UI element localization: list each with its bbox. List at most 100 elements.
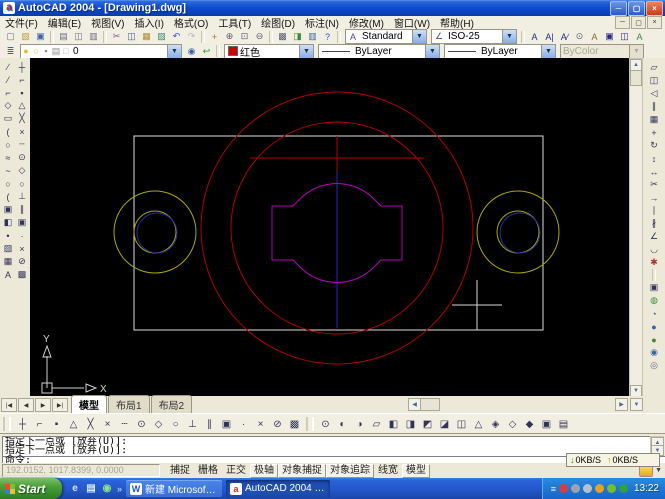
shade-gouraud-icon[interactable]: ● bbox=[647, 333, 661, 346]
offset-icon[interactable]: ∥ bbox=[647, 100, 661, 113]
toolbar-grip[interactable] bbox=[3, 417, 11, 431]
copy-icon[interactable]: ◫ bbox=[124, 30, 139, 43]
erase-icon[interactable]: ▱ bbox=[647, 61, 661, 74]
vscroll-thumb[interactable] bbox=[630, 70, 642, 86]
text-style-combo[interactable]: A Standard ▼ bbox=[345, 29, 427, 44]
tab-layout1[interactable]: 布局1 bbox=[108, 395, 150, 413]
restore-button[interactable]: ▢ bbox=[628, 1, 645, 16]
insert-block-icon[interactable]: ▣ bbox=[1, 203, 15, 216]
layer-combo[interactable]: ●○▪▤□ 0 ▼ bbox=[20, 44, 182, 59]
dropdown-arrow-icon[interactable]: ▼ bbox=[502, 30, 516, 43]
arc-icon[interactable]: ( bbox=[1, 125, 15, 138]
mtext-icon[interactable]: A bbox=[1, 268, 15, 281]
snap-apparent-intersection-icon[interactable]: × bbox=[99, 416, 116, 432]
circle-icon[interactable]: ○ bbox=[1, 138, 15, 151]
snap-from-icon[interactable]: ⌐ bbox=[31, 416, 48, 432]
overflow-chevron-icon[interactable]: » bbox=[117, 484, 122, 494]
ucs-world-icon[interactable]: ▱ bbox=[368, 416, 385, 432]
snap-parallel-icon[interactable]: ∥ bbox=[15, 203, 29, 216]
hscroll-thumb[interactable] bbox=[420, 398, 440, 411]
ellipse-icon[interactable]: ○ bbox=[1, 177, 15, 190]
layer-on-icon[interactable]: ● bbox=[21, 46, 31, 57]
clock[interactable]: 13:22 bbox=[634, 483, 659, 494]
language-indicator[interactable]: ≡ bbox=[551, 484, 556, 494]
scale-icon[interactable]: ↕ bbox=[647, 152, 661, 165]
snap-nearest-icon[interactable]: × bbox=[252, 416, 269, 432]
linetype-combo[interactable]: ByLayer ▼ bbox=[318, 44, 440, 59]
mtext-icon[interactable]: A bbox=[527, 30, 542, 43]
wireframe-icon[interactable]: ◎ bbox=[647, 359, 661, 372]
snap-nearest-icon[interactable]: × bbox=[15, 242, 29, 255]
menu-item[interactable]: 格式(O) bbox=[169, 15, 213, 30]
ucs-apply-icon[interactable]: ▣ bbox=[538, 416, 555, 432]
menu-item[interactable]: 视图(V) bbox=[86, 15, 129, 30]
extend-icon[interactable]: → bbox=[647, 191, 661, 204]
snap-node-icon[interactable]: · bbox=[235, 416, 252, 432]
region-icon[interactable]: ▣ bbox=[647, 281, 661, 294]
ellipse-arc-icon[interactable]: ( bbox=[1, 190, 15, 203]
designcenter-icon[interactable]: ◨ bbox=[290, 30, 305, 43]
temp-track-point-icon[interactable]: ┼ bbox=[14, 416, 31, 432]
paste-icon[interactable]: ▦ bbox=[139, 30, 154, 43]
menu-item[interactable]: 帮助(H) bbox=[435, 15, 479, 30]
cut-icon[interactable]: ✂ bbox=[109, 30, 124, 43]
model-toggle[interactable]: 模型 bbox=[402, 464, 430, 478]
tab-last-button[interactable]: ▶| bbox=[52, 398, 68, 412]
snap-none-icon[interactable]: ⊘ bbox=[15, 255, 29, 268]
polar-toggle[interactable]: 极轴 bbox=[250, 464, 278, 478]
lineweight-combo[interactable]: ByLayer ▼ bbox=[444, 44, 556, 59]
shade-flat-icon[interactable]: ● bbox=[647, 320, 661, 333]
toolbar-grip[interactable] bbox=[306, 417, 314, 431]
layer-previous-icon[interactable]: ↩ bbox=[199, 45, 214, 58]
make-object-layer-current-icon[interactable]: ◉ bbox=[184, 45, 199, 58]
tool-palettes-icon[interactable]: ▥ bbox=[305, 30, 320, 43]
menu-item[interactable]: 编辑(E) bbox=[43, 15, 86, 30]
start-button[interactable]: Start bbox=[0, 478, 62, 499]
task-button-autocad[interactable]: a AutoCAD 2004 - [Dra... bbox=[226, 480, 330, 497]
dropdown-arrow-icon[interactable]: ▼ bbox=[412, 30, 426, 43]
point-icon[interactable]: • bbox=[1, 229, 15, 242]
snap-intersection-icon[interactable]: ╳ bbox=[15, 112, 29, 125]
scale-text-icon[interactable]: ▣ bbox=[602, 30, 617, 43]
tab-prev-button[interactable]: ◀ bbox=[18, 398, 34, 412]
ucs-rotate-y-icon[interactable]: ◇ bbox=[504, 416, 521, 432]
otrack-toggle[interactable]: 对象追踪 bbox=[326, 464, 374, 478]
tray-icon-3[interactable] bbox=[583, 484, 592, 493]
ucs-object-icon[interactable]: ◧ bbox=[385, 416, 402, 432]
ucs-origin-icon[interactable]: ◪ bbox=[436, 416, 453, 432]
shade-icon[interactable]: ◍ bbox=[647, 294, 661, 307]
minimize-button[interactable]: ─ bbox=[610, 1, 627, 16]
menu-item[interactable]: 修改(M) bbox=[344, 15, 389, 30]
layer-color-icon[interactable]: □ bbox=[61, 46, 71, 57]
menu-item[interactable]: 标注(N) bbox=[300, 15, 344, 30]
justify-text-icon[interactable]: ◫ bbox=[617, 30, 632, 43]
snap-insert-icon[interactable]: ▣ bbox=[15, 216, 29, 229]
revision-cloud-icon[interactable]: ≈ bbox=[1, 151, 15, 164]
layer-manager-icon[interactable]: ≣ bbox=[3, 45, 18, 58]
polygon-icon[interactable]: ◇ bbox=[1, 99, 15, 112]
tab-first-button[interactable]: |◀ bbox=[1, 398, 17, 412]
show-desktop-icon[interactable]: ▤ bbox=[84, 482, 98, 496]
snap-midpoint-icon[interactable]: △ bbox=[15, 99, 29, 112]
tray-icon-5[interactable] bbox=[607, 484, 616, 493]
front-view-icon[interactable]: ◑ bbox=[351, 416, 368, 432]
ucs-z-axis-icon[interactable]: ◫ bbox=[453, 416, 470, 432]
plot-preview-icon[interactable]: ◫ bbox=[71, 30, 86, 43]
tab-next-button[interactable]: ▶ bbox=[35, 398, 51, 412]
single-text-icon[interactable]: A| bbox=[542, 30, 557, 43]
redo-icon[interactable]: ↷ bbox=[184, 30, 199, 43]
dropdown-arrow-icon[interactable]: ▼ bbox=[425, 45, 439, 58]
help-icon[interactable]: ? bbox=[320, 30, 335, 43]
osnap-settings-icon[interactable]: ▩ bbox=[286, 416, 303, 432]
scroll-right-icon[interactable]: ▶ bbox=[615, 398, 628, 411]
layer-lock-icon[interactable]: ▪ bbox=[41, 46, 51, 57]
snap-intersection-icon[interactable]: ╳ bbox=[82, 416, 99, 432]
hatch-icon[interactable]: ▨ bbox=[1, 242, 15, 255]
coordinate-display[interactable]: 192.0152, 1017.8399, 0.0000 bbox=[2, 464, 160, 477]
snap-extension-icon[interactable]: ┄ bbox=[116, 416, 133, 432]
dropdown-arrow-icon[interactable]: ▼ bbox=[299, 45, 313, 58]
array-icon[interactable]: ▦ bbox=[647, 113, 661, 126]
snap-quadrant-icon[interactable]: ◇ bbox=[15, 164, 29, 177]
tab-layout2[interactable]: 布局2 bbox=[151, 395, 193, 413]
lineweight-toggle[interactable]: 线宽 bbox=[374, 464, 402, 478]
